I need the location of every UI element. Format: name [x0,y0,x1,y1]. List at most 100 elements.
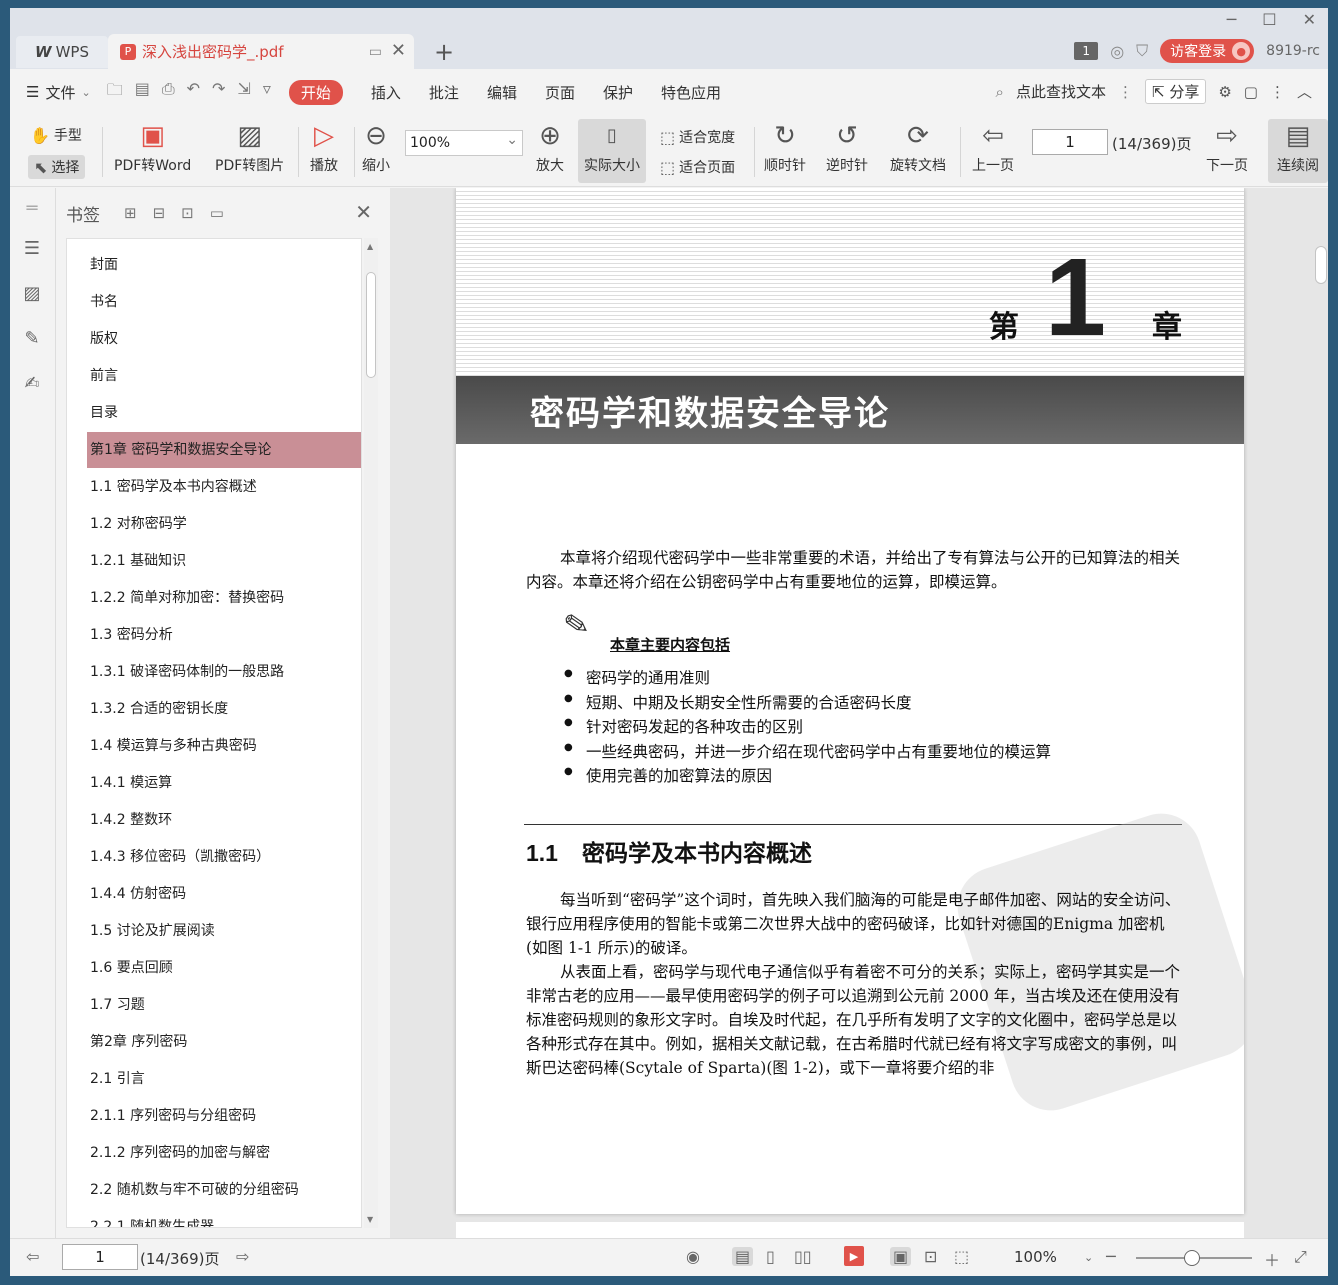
bookmark-item[interactable]: 2.2 随机数与牢不可破的分组密码 [87,1172,361,1208]
file-menu[interactable]: ☰ 文件 ⌄ [26,82,91,103]
page-number-input[interactable]: 1 [1032,129,1108,155]
bookmark-item[interactable]: 书名 [87,284,361,320]
rotate-document-button[interactable]: ⟳ 旋转文档 [890,121,946,175]
bookmark-item[interactable]: 2.1.2 序列密码的加密与解密 [87,1135,361,1171]
search-icon[interactable]: ⌕ [996,83,1004,101]
document-viewport[interactable]: 第 1 章 密码学和数据安全导论 本章将介绍现代密码学中一些非常重要的术语，并给… [390,188,1328,1238]
add-bookmark-icon[interactable]: ⊡ [181,204,194,222]
comment-icon[interactable]: ▢ [1244,83,1258,101]
bookmark-item[interactable]: 1.6 要点回顾 [87,950,361,986]
bookmark-item[interactable]: 目录 [87,395,361,431]
settings-gear-icon[interactable]: ⚙ [1218,83,1231,101]
tab-start[interactable]: 开始 [288,79,343,105]
bookmark-item[interactable]: 前言 [87,358,361,394]
undo-icon[interactable]: ↶ [187,79,200,106]
thumbnail-icon[interactable]: ▨ [21,283,43,305]
continuous-read-button[interactable]: ▤ 连续阅 [1268,119,1328,183]
bookmark-panel-close-icon[interactable]: ✕ [355,200,372,224]
wps-home-tab[interactable]: W WPS [16,36,108,68]
skin-icon[interactable]: ◎ [1110,42,1124,61]
status-zoom-in-icon[interactable]: ＋ [1264,1247,1280,1271]
bookmark-item[interactable]: 1.4 模运算与多种古典密码 [87,728,361,764]
login-button[interactable]: 访客登录 ● [1160,39,1255,63]
tab-close-icon[interactable]: ✕ [391,40,406,61]
more-vert-icon[interactable]: ⋮ [1118,83,1133,101]
select-tool-button[interactable]: ⬉ 选择 [28,155,86,179]
bookmark-list-icon[interactable]: ☰ [21,238,43,260]
status-actual-size-icon[interactable]: ▣ [890,1247,912,1266]
bookmark-options-icon[interactable]: ▭ [210,204,224,222]
eye-protection-icon[interactable]: ◉ [686,1247,700,1266]
zoom-out-button[interactable]: ⊖ 缩小 [362,121,390,175]
maximize-icon[interactable]: ☐ [1262,10,1276,29]
more-options-icon[interactable]: ⋮ [1270,83,1285,101]
two-page-view-icon[interactable]: ▯▯ [794,1247,812,1266]
bookmark-item[interactable]: 1.3 密码分析 [87,617,361,653]
bookmark-item[interactable]: 1.4.3 移位密码（凯撒密码） [87,839,361,875]
bookmark-item[interactable]: 封面 [87,247,361,283]
hand-tool-button[interactable]: ✋ 手型 [30,125,82,145]
redo-icon[interactable]: ↷ [212,79,225,106]
monitor-icon[interactable]: ▭ [369,44,382,60]
bookmark-item[interactable]: 1.4.2 整数环 [87,802,361,838]
tab-annotate[interactable]: 批注 [429,82,459,103]
next-page-button[interactable]: ⇨ 下一页 [1206,121,1248,175]
rotate-clockwise-button[interactable]: ↻ 顺时针 [764,121,806,175]
rotate-counterclockwise-button[interactable]: ↺ 逆时针 [826,121,868,175]
zoom-dropdown-icon[interactable]: ⌄ [1084,1251,1093,1264]
collapse-ribbon-icon[interactable]: ︿ [1297,81,1312,102]
pdf-to-word-button[interactable]: ▣ PDF转Word [114,121,191,175]
pdf-to-image-button[interactable]: ▨ PDF转图片 [215,121,284,175]
tab-edit[interactable]: 编辑 [487,82,517,103]
zoom-in-button[interactable]: ⊕ 放大 [536,121,564,175]
bookmark-item[interactable]: 1.4.4 仿射密码 [87,876,361,912]
fullscreen-icon[interactable]: ⤢ [1294,1247,1307,1267]
expand-all-icon[interactable]: ⊞ [124,204,137,222]
collapse-all-icon[interactable]: ⊟ [153,204,166,222]
print-icon[interactable]: ⎙ [162,79,175,106]
tab-page[interactable]: 页面 [545,82,575,103]
document-scrollbar[interactable] [1312,188,1328,1238]
status-fit-width-icon[interactable]: ⬚ [954,1247,969,1266]
fit-width-button[interactable]: ⬚ 适合宽度 [660,127,735,147]
scroll-down-icon[interactable]: ▼ [367,1215,373,1224]
status-next-page-icon[interactable]: ⇨ [236,1247,249,1266]
status-page-input[interactable]: 1 [62,1244,138,1270]
zoom-level-select[interactable]: 100% [405,128,523,156]
status-fit-page-icon[interactable]: ⊡ [924,1247,937,1266]
actual-size-button[interactable]: ▯ 实际大小 [578,119,646,183]
fit-page-button[interactable]: ⬚ 适合页面 [660,157,735,177]
bookmark-item[interactable]: 2.1 引言 [87,1061,361,1097]
tab-protect[interactable]: 保护 [603,82,633,103]
tab-features[interactable]: 特色应用 [661,82,721,103]
bookmark-item[interactable]: 1.3.1 破译密码体制的一般思路 [87,654,361,690]
status-play-icon[interactable]: ▶ [844,1246,864,1266]
document-tab[interactable]: P 深入浅出密码学_.pdf ▭ ✕ [108,34,414,69]
bookmark-item[interactable]: 2.2.1 随机数生成器 [87,1209,361,1227]
status-zoom-out-icon[interactable]: ─ [1106,1247,1116,1266]
signature-icon[interactable]: ✍ [21,373,43,395]
bookmark-item[interactable]: 1.2 对称密码学 [87,506,361,542]
scroll-up-icon[interactable]: ▲ [367,242,373,251]
bookmark-scrollbar[interactable]: ▲ ▼ [364,238,378,1228]
window-close-icon[interactable]: ✕ [1303,10,1316,29]
bookmark-item[interactable]: 1.3.2 合适的密钥长度 [87,691,361,727]
save-icon[interactable]: ▤ [135,79,150,106]
open-folder-icon[interactable]: 🗀 [107,79,123,106]
play-button[interactable]: ▷ 播放 [310,121,338,175]
prev-page-button[interactable]: ⇦ 上一页 [972,121,1014,175]
bookmark-item[interactable]: 第2章 序列密码 [87,1024,361,1060]
bookmark-item[interactable]: 版权 [87,321,361,357]
bookmark-item[interactable]: 1.4.1 模运算 [87,765,361,801]
bookmark-item[interactable]: 1.2.1 基础知识 [87,543,361,579]
bookmark-item[interactable]: 2.1.1 序列密码与分组密码 [87,1098,361,1134]
bookmark-item[interactable]: 第1章 密码学和数据安全导论 [87,432,361,468]
tab-insert[interactable]: 插入 [371,82,401,103]
zoom-slider-knob[interactable] [1184,1250,1200,1266]
annotation-icon[interactable]: ✎ [21,328,43,350]
bookmark-item[interactable]: 1.2.2 简单对称加密：替换密码 [87,580,361,616]
window-count-badge[interactable]: 1 [1074,42,1099,60]
status-prev-page-icon[interactable]: ⇦ [26,1247,39,1266]
drag-handle-icon[interactable]: ═ [21,198,43,220]
search-text-button[interactable]: 点此查找文本 [1016,81,1106,102]
